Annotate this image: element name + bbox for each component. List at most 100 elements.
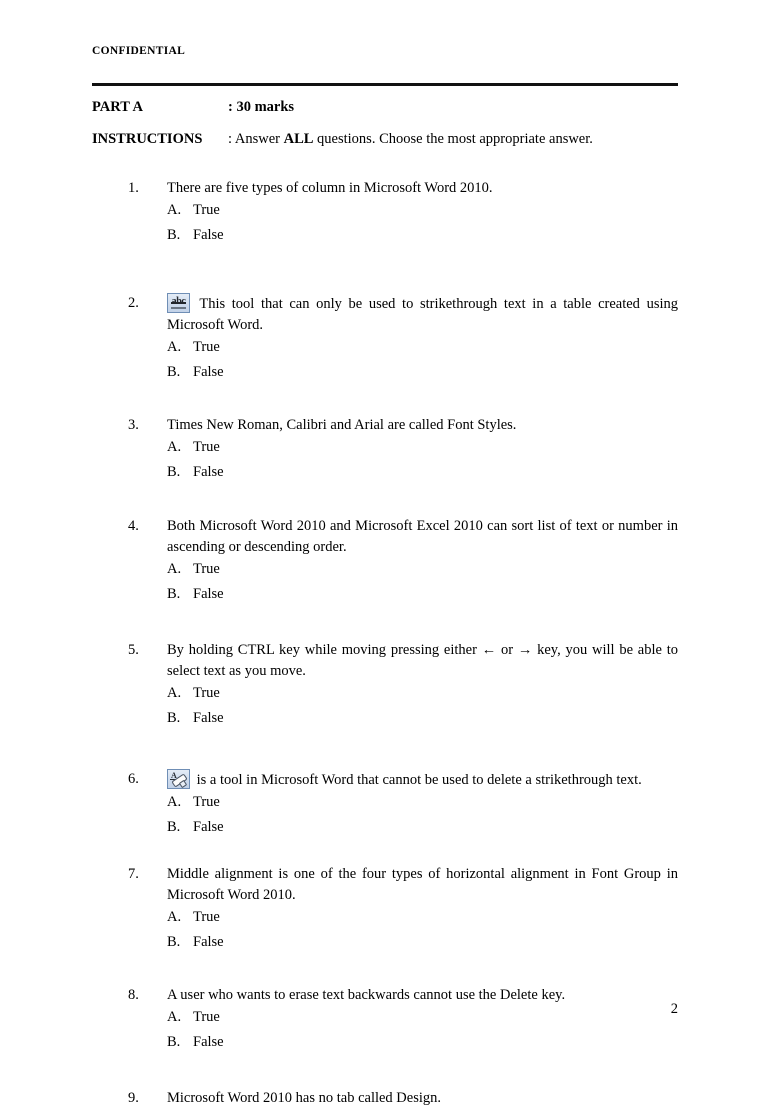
answer-option-text: False [193,710,224,726]
answer-option-letter: B. [167,819,181,835]
question-number: 5. [128,642,139,658]
question-body: abc This tool that can only be used to s… [167,293,678,387]
exam-page: CONFIDENTIAL PART A : 30 marks INSTRUCTIO… [0,0,768,1106]
answer-option-letter: A. [167,1009,182,1025]
question-body: A is a tool in Microsoft Word that canno… [167,769,678,842]
answer-option-letter: A. [167,685,182,701]
question-stem: Times New Roman, Calibri and Arial are c… [167,415,678,436]
answer-option-text: False [193,586,224,602]
answer-option-letter: B. [167,364,181,380]
answer-options: A. True B. False [167,907,678,957]
question-text: Times New Roman, Calibri and Arial are c… [167,417,517,433]
answer-option-text: True [193,202,220,218]
answer-option-text: True [193,794,220,810]
answer-option-b[interactable]: B. False [167,932,678,957]
answer-option-text: True [193,685,220,701]
question-number: 1. [128,180,139,196]
question-item: 8. A user who wants to erase text backwar… [0,985,768,1057]
question-text: This tool that can only be used to strik… [167,296,678,333]
question-body: Times New Roman, Calibri and Arial are c… [167,415,678,487]
answer-option-b[interactable]: B. False [167,1032,678,1057]
instructions-suffix: questions. Choose the most appropriate a… [313,131,593,147]
answer-option-b[interactable]: B. False [167,817,678,842]
answer-option-letter: B. [167,1034,181,1050]
answer-option-a[interactable]: A. True [167,559,678,584]
answer-option-text: True [193,439,220,455]
question-stem: abc This tool that can only be used to s… [167,293,678,336]
question-body: Middle alignment is one of the four type… [167,864,678,957]
answer-option-b[interactable]: B. False [167,225,678,250]
answer-options: A. True B. False [167,559,678,609]
instructions-prefix: : Answer [228,131,284,147]
answer-option-letter: A. [167,339,182,355]
answer-option-b[interactable]: B. False [167,584,678,609]
question-number: 9. [128,1090,139,1106]
instructions-row: INSTRUCTIONS : Answer ALL questions. Choo… [92,129,682,149]
answer-option-text: True [193,909,220,925]
answer-options: A. True B. False [167,337,678,387]
answer-option-b[interactable]: B. False [167,362,678,387]
question-text: Both Microsoft Word 2010 and Microsoft E… [167,518,678,555]
answer-option-a[interactable]: A. True [167,337,678,362]
question-stem: Both Microsoft Word 2010 and Microsoft E… [167,516,678,558]
question-text: Microsoft Word 2010 has no tab called De… [167,1090,442,1106]
answer-option-text: False [193,364,224,380]
question-body: Both Microsoft Word 2010 and Microsoft E… [167,516,678,609]
answer-options: A. True B. False [167,1007,678,1057]
question-stem: There are five types of column in Micros… [167,178,678,199]
strikethrough-icon: abc [167,293,190,313]
answer-option-text: False [193,1034,224,1050]
question-number: 4. [128,518,139,534]
answer-option-letter: B. [167,934,181,950]
question-number: 3. [128,417,139,433]
answer-option-letter: B. [167,586,181,602]
answer-option-a[interactable]: A. True [167,200,678,225]
page-number: 2 [670,1001,678,1017]
part-row: PART A : 30 marks [92,97,682,117]
answer-options: A. True B. False [167,437,678,487]
answer-option-letter: B. [167,710,181,726]
answer-option-text: False [193,819,224,835]
question-list: 1. There are five types of column in Micr… [0,178,768,1109]
question-item: 7. Middle alignment is one of the four ty… [0,864,768,957]
question-item: 5. By holding CTRL key while moving press… [0,640,768,733]
answer-option-letter: B. [167,464,181,480]
confidential-marking: CONFIDENTIAL [92,45,186,57]
answer-option-text: False [193,464,224,480]
answer-option-a[interactable]: A. True [167,683,678,708]
question-body: Microsoft Word 2010 has no tab called De… [167,1088,678,1109]
clear-formatting-icon: A [167,769,190,789]
answer-option-text: True [193,1009,220,1025]
strikethrough-icon-shadow [171,307,186,309]
strikethrough-icon-bar [171,302,186,304]
question-text: Middle alignment is one of the four type… [167,866,678,903]
question-item: 4. Both Microsoft Word 2010 and Microsoft… [0,516,768,609]
answer-options: A. True B. False [167,200,678,250]
answer-option-text: False [193,934,224,950]
answer-option-a[interactable]: A. True [167,1007,678,1032]
question-number: 6. [128,771,139,787]
answer-option-b[interactable]: B. False [167,462,678,487]
answer-option-a[interactable]: A. True [167,437,678,462]
question-text: There are five types of column in Micros… [167,180,493,196]
question-number: 2. [128,295,139,311]
question-text: By holding CTRL key while moving pressin… [167,642,678,679]
answer-option-b[interactable]: B. False [167,708,678,733]
question-item: 3. Times New Roman, Calibri and Arial are… [0,415,768,487]
question-stem: A is a tool in Microsoft Word that canno… [167,769,678,791]
answer-option-letter: A. [167,439,182,455]
answer-option-text: False [193,227,224,243]
answer-option-letter: A. [167,909,182,925]
question-number: 7. [128,866,139,882]
clear-formatting-icon-eraser-tip [178,779,188,789]
question-stem: Microsoft Word 2010 has no tab called De… [167,1088,678,1109]
answer-option-a[interactable]: A. True [167,792,678,817]
answer-option-letter: A. [167,794,182,810]
answer-option-a[interactable]: A. True [167,907,678,932]
instructions-label: INSTRUCTIONS [92,131,203,147]
header-divider [92,83,678,86]
part-marks: : 30 marks [228,99,295,115]
instructions-text: : Answer ALL questions. Choose the most … [228,129,593,149]
part-label: PART A [92,99,143,115]
question-item: 1. There are five types of column in Micr… [0,178,768,250]
